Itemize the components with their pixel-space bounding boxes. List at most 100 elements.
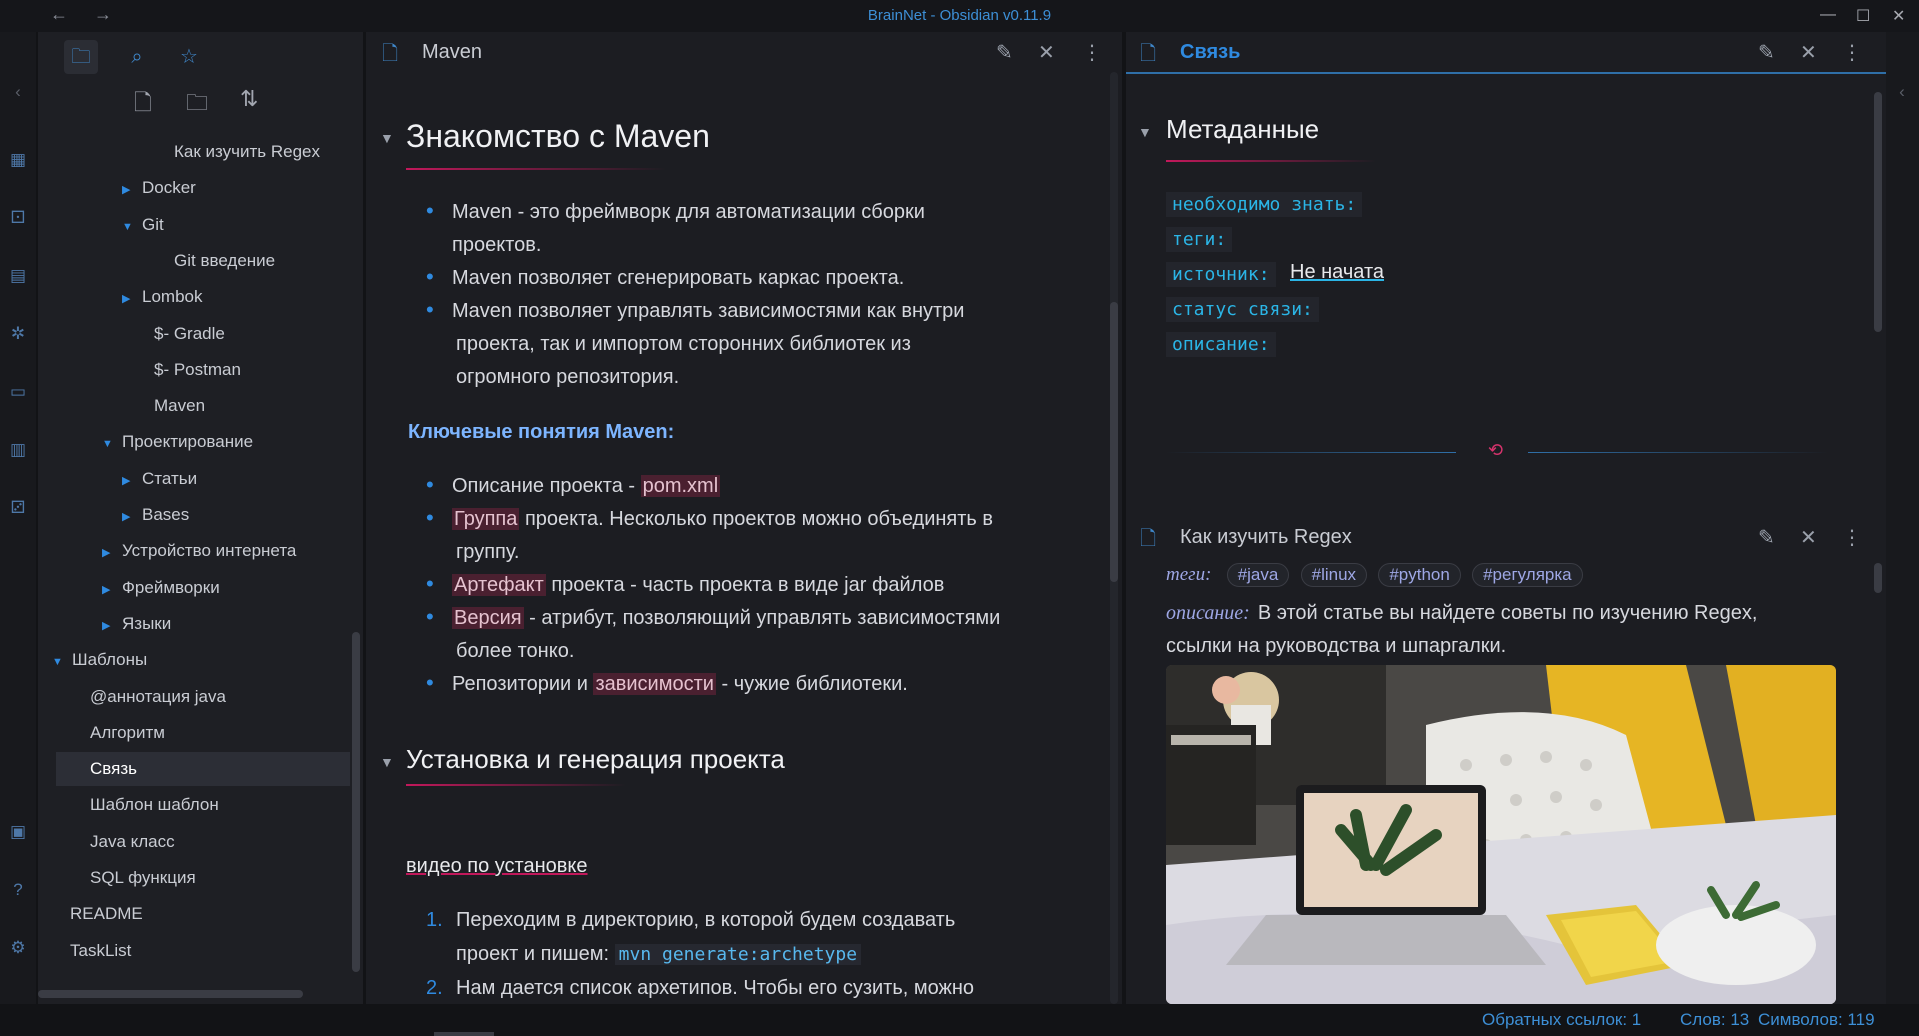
new-note-icon[interactable]: 🗋	[134, 86, 152, 124]
bullet-text: Группа проекта. Несколько проектов можно…	[452, 503, 993, 536]
more-options-icon[interactable]: ⋮	[1082, 40, 1102, 65]
sidebar-horizontal-scrollbar[interactable]	[38, 990, 303, 998]
tree-item[interactable]: TaskList	[70, 934, 131, 968]
cards-icon[interactable]: ▭	[8, 382, 28, 402]
tree-item[interactable]: ▶ Docker	[122, 171, 196, 205]
left-ribbon: ‹ ▦ ⚀ ▤ ✲ ▭ ▥ ⚂ ▣ ? ⚙	[0, 32, 36, 1004]
collapse-heading-icon[interactable]: ▼	[380, 754, 394, 770]
highlighted-term[interactable]: pom.xml	[640, 475, 721, 497]
tree-item[interactable]: SQL функция	[90, 861, 196, 895]
source-value-link[interactable]: Не начата	[1290, 261, 1384, 284]
backlinks-count[interactable]: Обратных ссылок: 1	[1482, 1010, 1641, 1030]
table-icon[interactable]: ▦	[8, 150, 28, 170]
tree-item[interactable]: Как изучить Regex	[174, 135, 320, 169]
divider-left	[1166, 452, 1456, 453]
tag-chip[interactable]: #linux	[1300, 563, 1368, 587]
edit-pencil-icon[interactable]: ✎	[1758, 40, 1775, 65]
collapse-heading-icon[interactable]: ▼	[380, 130, 394, 146]
collapsed-chevron-icon[interactable]: ▶	[102, 609, 116, 643]
help-icon[interactable]: ?	[8, 880, 28, 900]
tree-item[interactable]: ▼ Шаблоны	[52, 643, 147, 677]
sidebar-scrollbar[interactable]	[352, 632, 360, 972]
search-tab-search-icon[interactable]: ⌕	[120, 40, 154, 74]
tree-item[interactable]: Алгоритм	[90, 716, 165, 750]
tree-item[interactable]: ▶ Языки	[102, 607, 171, 641]
tree-item[interactable]: ▶ Lombok	[122, 280, 202, 314]
tree-item[interactable]: ▶ Bases	[122, 498, 189, 532]
settings-gear-icon[interactable]: ⚙	[8, 938, 28, 958]
collapsed-chevron-icon[interactable]: ▶	[122, 173, 136, 207]
new-folder-icon[interactable]: 🗀	[186, 86, 208, 124]
expanded-chevron-icon[interactable]: ▼	[102, 427, 116, 461]
collapsed-chevron-icon[interactable]: ▶	[122, 282, 136, 316]
file-explorer-tab-folder-icon[interactable]: 🗀	[64, 40, 98, 74]
random-note-icon[interactable]: ⚂	[8, 498, 28, 518]
tree-item[interactable]: Связь	[56, 752, 350, 787]
tree-item[interactable]: Шаблон шаблон	[90, 788, 219, 822]
bottom-scroll-indicator	[434, 1032, 494, 1036]
edit-pencil-icon[interactable]: ✎	[1758, 525, 1775, 550]
tag-chip[interactable]: #java	[1226, 563, 1290, 587]
highlighted-term[interactable]: Артефакт	[452, 574, 546, 596]
right-top-pane: 🗋 Связь ✎ ✕ ⋮ ▼ Метаданные необходимо зн…	[1126, 32, 1886, 517]
tree-item[interactable]: ▶ Устройство интернета	[102, 534, 296, 568]
tree-item[interactable]: $- Gradle	[154, 317, 225, 351]
maximize-button[interactable]: ☐	[1856, 6, 1870, 26]
close-pane-icon[interactable]: ✕	[1800, 40, 1817, 65]
tree-item[interactable]: ▶ Статьи	[122, 462, 197, 496]
more-options-icon[interactable]: ⋮	[1842, 40, 1862, 65]
tree-item[interactable]: ▶ Фреймворки	[102, 571, 220, 605]
tree-item[interactable]: Java класс	[90, 825, 175, 859]
close-pane-icon[interactable]: ✕	[1038, 40, 1055, 65]
highlighted-term[interactable]: Группа	[452, 508, 520, 530]
tree-item[interactable]: Maven	[154, 389, 205, 423]
starred-tab-star-icon[interactable]: ☆	[172, 40, 206, 74]
minimize-button[interactable]: —	[1820, 6, 1836, 24]
expanded-chevron-icon[interactable]: ▼	[122, 210, 136, 244]
highlighted-term[interactable]: зависимости	[593, 673, 716, 695]
tree-item[interactable]: ▼ Проектирование	[102, 425, 253, 459]
documents-icon[interactable]: ▥	[8, 440, 28, 460]
collapsed-chevron-icon[interactable]: ▶	[122, 500, 136, 534]
sort-icon[interactable]: ⇅	[240, 86, 258, 112]
notes-icon[interactable]: ▤	[8, 266, 28, 286]
bullet-text: Maven позволяет управлять зависимостями …	[452, 300, 965, 322]
tree-item[interactable]: @аннотация java	[90, 680, 226, 714]
right-bottom-scrollbar[interactable]	[1874, 563, 1882, 593]
bedroom-laptop-illustration	[1166, 665, 1836, 1004]
tag-chip[interactable]: #регулярка	[1472, 563, 1583, 587]
file-icon: 🗋	[382, 43, 399, 65]
collapsed-chevron-icon[interactable]: ▶	[102, 536, 116, 570]
more-options-icon[interactable]: ⋮	[1842, 525, 1862, 550]
tree-item-label: Lombok	[142, 287, 203, 307]
expanded-chevron-icon[interactable]: ▼	[52, 645, 66, 679]
close-pane-icon[interactable]: ✕	[1800, 525, 1817, 550]
tree-item[interactable]: $- Postman	[154, 353, 241, 387]
vault-icon[interactable]: ▣	[8, 822, 28, 842]
expand-chevron-icon[interactable]: ‹	[1892, 82, 1912, 102]
bullet-icon: •	[426, 670, 434, 695]
graph-view-icon[interactable]: ✲	[8, 324, 28, 344]
close-window-button[interactable]: ✕	[1892, 6, 1905, 26]
right-top-pane-header: 🗋 Связь ✎ ✕ ⋮	[1126, 32, 1886, 74]
bullet-text-part: проекта. Несколько проектов можно объеди…	[519, 508, 994, 530]
tag-chip[interactable]: #python	[1378, 563, 1461, 587]
collapse-heading-icon[interactable]: ▼	[1138, 124, 1152, 140]
bullet-text: проектов.	[452, 234, 542, 256]
tree-item[interactable]: ▼ Git	[122, 208, 164, 242]
tree-item-label: Фреймворки	[122, 577, 220, 597]
tree-item[interactable]: README	[70, 897, 143, 931]
collapsed-chevron-icon[interactable]: ▶	[102, 573, 116, 607]
highlighted-term[interactable]: Версия	[452, 607, 524, 629]
description-text-cont: ссылки на руководства и шпаргалки.	[1166, 635, 1507, 657]
main-scrollbar[interactable]	[1110, 302, 1118, 582]
edit-pencil-icon[interactable]: ✎	[996, 40, 1013, 65]
video-link[interactable]: видео по установке	[406, 850, 588, 883]
tree-item[interactable]: Git введение	[174, 244, 275, 278]
bullet-text-part: Описание проекта -	[452, 475, 641, 497]
title-bar: ← → BrainNet - Obsidian v0.11.9 — ☐ ✕	[0, 0, 1919, 32]
dice-icon[interactable]: ⚀	[8, 208, 28, 228]
right-top-scrollbar[interactable]	[1874, 92, 1882, 332]
collapse-chevron-icon[interactable]: ‹	[8, 82, 28, 102]
collapsed-chevron-icon[interactable]: ▶	[122, 464, 136, 498]
